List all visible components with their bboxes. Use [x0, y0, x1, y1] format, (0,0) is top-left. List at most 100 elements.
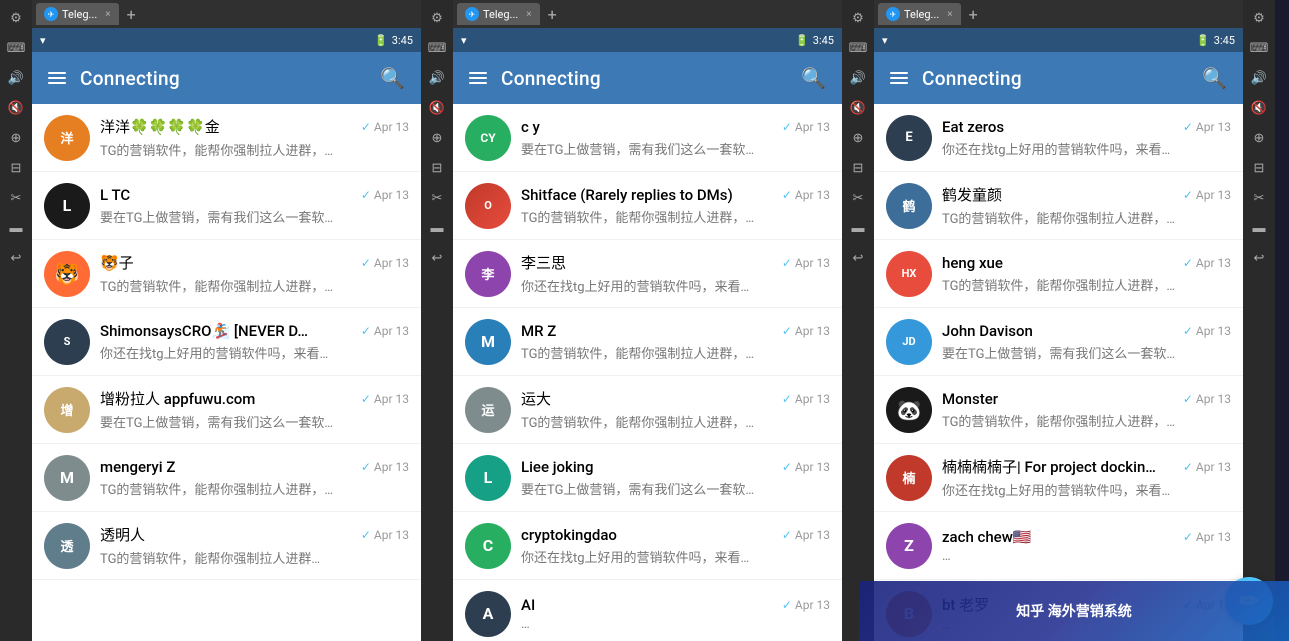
chat-item-2-6[interactable]: C cryptokingdao ✓ Apr 13 你还在找tg上好用的营销软件吗…	[453, 512, 842, 580]
toolbar-btn-3-keyboard[interactable]: ⌨	[844, 34, 872, 62]
menu-icon-3[interactable]	[886, 68, 912, 88]
chat-item-3-3[interactable]: JD John Davison ✓ Apr 13 要在TG上做营销，需有我们这么…	[874, 308, 1243, 376]
avatar-wrapper-1-2: 🐯	[44, 251, 90, 297]
toolbar-btn-2-mute[interactable]: 🔇	[423, 94, 451, 122]
toolbar-btn-2-dash[interactable]: ▬	[423, 214, 451, 242]
toolbar-btn-r-keyboard[interactable]: ⌨	[1245, 34, 1273, 62]
tab-add-2[interactable]: +	[544, 5, 561, 24]
toolbar-btn-volume[interactable]: 🔊	[2, 64, 30, 92]
chat-name-3-3: John Davison	[942, 322, 1033, 340]
menu-line-3-2	[890, 77, 908, 79]
toolbar-btn-2-keyboard[interactable]: ⌨	[423, 34, 451, 62]
chat-top-3-1: 鹤发童颜 ✓ Apr 13	[942, 184, 1231, 205]
avatar-wrapper-2-3: M	[465, 319, 511, 365]
toolbar-btn-scissors[interactable]: ✂	[2, 184, 30, 212]
chat-date-1-6: ✓ Apr 13	[361, 528, 409, 542]
search-icon-3[interactable]: 🔍	[1198, 62, 1231, 94]
toolbar-btn-3-add[interactable]: ⊕	[844, 124, 872, 152]
toolbar-btn-mute[interactable]: 🔇	[2, 94, 30, 122]
tab-close-3[interactable]: ×	[947, 9, 952, 20]
chat-item-2-0[interactable]: CY c y ✓ Apr 13 要在TG上做营销，需有我们这么一套软…	[453, 104, 842, 172]
avatar-wrapper-2-4: 运	[465, 387, 511, 433]
toolbar-btn-settings[interactable]: ⚙	[2, 4, 30, 32]
chat-date-2-4: ✓ Apr 13	[782, 392, 830, 406]
chat-item-3-5[interactable]: 楠 楠楠楠楠子| For project dockin… ✓ Apr 13 你还…	[874, 444, 1243, 512]
toolbar-btn-2-vol[interactable]: 🔊	[423, 64, 451, 92]
chat-preview-3-2: TG的营销软件，能帮你强制拉人进群，…	[942, 275, 1231, 294]
check-icon-1-1: ✓	[361, 188, 371, 202]
chat-name-1-3: ShimonsaysCRO🏂 [NEVER D…	[100, 322, 308, 340]
toolbar-btn-3-vol[interactable]: 🔊	[844, 64, 872, 92]
chat-item-2-5[interactable]: L Liee joking ✓ Apr 13 要在TG上做营销，需有我们这么一套…	[453, 444, 842, 512]
chat-item-3-2[interactable]: HX heng xue ✓ Apr 13 TG的营销软件，能帮你强制拉人进群，…	[874, 240, 1243, 308]
toolbar-btn-r-back[interactable]: ↩	[1245, 244, 1273, 272]
toolbar-btn-3-scissors[interactable]: ✂	[844, 184, 872, 212]
chat-item-2-7[interactable]: A AI ✓ Apr 13 …	[453, 580, 842, 641]
chat-item-1-6[interactable]: 透 透明人 ✓ Apr 13 TG的营销软件，能帮你强制拉人进群…	[32, 512, 421, 580]
toolbar-btn-keyboard[interactable]: ⌨	[2, 34, 30, 62]
chat-item-3-4[interactable]: 🐼 Monster ✓ Apr 13 TG的营销软件，能帮你强制拉人进群，…	[874, 376, 1243, 444]
chat-preview-1-5: TG的营销软件，能帮你强制拉人进群，…	[100, 479, 409, 498]
toolbar-btn-2-remove[interactable]: ⊟	[423, 154, 451, 182]
chat-item-1-0[interactable]: 洋 洋洋🍀🍀🍀🍀金 ✓ Apr 13 TG的营销软件，能帮你强制拉人进群，…	[32, 104, 421, 172]
tab-add-3[interactable]: +	[965, 5, 982, 24]
toolbar-btn-dash[interactable]: ▬	[2, 214, 30, 242]
search-icon-2[interactable]: 🔍	[797, 62, 830, 94]
avatar-wrapper-1-6: 透	[44, 523, 90, 569]
toolbar-btn-r-vol[interactable]: 🔊	[1245, 64, 1273, 92]
chat-item-1-4[interactable]: 增 增粉拉人 appfuwu.com ✓ Apr 13 要在TG上做营销，需有我…	[32, 376, 421, 444]
toolbar-btn-r-add[interactable]: ⊕	[1245, 124, 1273, 152]
toolbar-btn-r-mute[interactable]: 🔇	[1245, 94, 1273, 122]
chat-name-3-6: zach chew🇺🇸	[942, 528, 1032, 546]
tab-telegram-2[interactable]: ✈ Teleg... ×	[457, 3, 540, 25]
chat-name-2-1: Shitface (Rarely replies to DMs)	[521, 186, 733, 204]
tab-telegram-3[interactable]: ✈ Teleg... ×	[878, 3, 961, 25]
toolbar-btn-r-settings[interactable]: ⚙	[1245, 4, 1273, 32]
toolbar-btn-r-dash[interactable]: ▬	[1245, 214, 1273, 242]
tab-close-2[interactable]: ×	[526, 9, 531, 20]
check-icon-2-1: ✓	[782, 188, 792, 202]
chat-content-3-5: 楠楠楠楠子| For project dockin… ✓ Apr 13 你还在找…	[942, 456, 1231, 499]
toolbar-btn-2-add[interactable]: ⊕	[423, 124, 451, 152]
search-icon-1[interactable]: 🔍	[376, 62, 409, 94]
chat-top-3-0: Eat zeros ✓ Apr 13	[942, 118, 1231, 136]
toolbar-btn-3-mute[interactable]: 🔇	[844, 94, 872, 122]
chat-item-1-1[interactable]: L L TC ✓ Apr 13 要在TG上做营销，需有我们这么一套软…	[32, 172, 421, 240]
toolbar-btn-3-back[interactable]: ↩	[844, 244, 872, 272]
chat-top-3-4: Monster ✓ Apr 13	[942, 390, 1231, 408]
chat-item-2-4[interactable]: 运 运大 ✓ Apr 13 TG的营销软件，能帮你强制拉人进群，…	[453, 376, 842, 444]
chat-item-3-0[interactable]: E Eat zeros ✓ Apr 13 你还在找tg上好用的营销软件吗，来看…	[874, 104, 1243, 172]
tab-close-1[interactable]: ×	[105, 9, 110, 20]
chat-item-1-2[interactable]: 🐯 🐯子 ✓ Apr 13 TG的营销软件，能帮你强制拉人进群，…	[32, 240, 421, 308]
chat-list-2[interactable]: CY c y ✓ Apr 13 要在TG上做营销，需有我们这么一套软…	[453, 104, 842, 641]
left-toolbar-3: ⚙ ⌨ 🔊 🔇 ⊕ ⊟ ✂ ▬ ↩	[842, 0, 874, 641]
avatar-wrapper-2-6: C	[465, 523, 511, 569]
chat-item-1-3[interactable]: S ShimonsaysCRO🏂 [NEVER D… ✓ Apr 13 你还在找…	[32, 308, 421, 376]
toolbar-btn-remove[interactable]: ⊟	[2, 154, 30, 182]
toolbar-btn-3-settings[interactable]: ⚙	[844, 4, 872, 32]
menu-icon-2[interactable]	[465, 68, 491, 88]
tab-add-1[interactable]: +	[123, 5, 140, 24]
chat-list-3[interactable]: E Eat zeros ✓ Apr 13 你还在找tg上好用的营销软件吗，来看…	[874, 104, 1243, 641]
toolbar-btn-back[interactable]: ↩	[2, 244, 30, 272]
avatar-wrapper-3-0: E	[886, 115, 932, 161]
chat-item-1-5[interactable]: M mengeryi Z ✓ Apr 13 TG的营销软件，能帮你强制拉人进群，…	[32, 444, 421, 512]
toolbar-btn-r-scissors[interactable]: ✂	[1245, 184, 1273, 212]
menu-line-1	[48, 72, 66, 74]
chat-item-2-3[interactable]: M MR Z ✓ Apr 13 TG的营销软件，能帮你强制拉人进群，…	[453, 308, 842, 376]
toolbar-btn-3-remove[interactable]: ⊟	[844, 154, 872, 182]
chat-item-3-1[interactable]: 鹤 鹤发童颜 ✓ Apr 13 TG的营销软件，能帮你强制拉人进群，…	[874, 172, 1243, 240]
toolbar-btn-2-scissors[interactable]: ✂	[423, 184, 451, 212]
toolbar-btn-2-back[interactable]: ↩	[423, 244, 451, 272]
toolbar-btn-add[interactable]: ⊕	[2, 124, 30, 152]
toolbar-btn-3-dash[interactable]: ▬	[844, 214, 872, 242]
chat-list-1[interactable]: 洋 洋洋🍀🍀🍀🍀金 ✓ Apr 13 TG的营销软件，能帮你强制拉人进群，…	[32, 104, 421, 641]
menu-icon-1[interactable]	[44, 68, 70, 88]
chat-item-3-6[interactable]: Z zach chew🇺🇸 ✓ Apr 13 …	[874, 512, 1243, 580]
toolbar-btn-2-settings[interactable]: ⚙	[423, 4, 451, 32]
tab-telegram-1[interactable]: ✈ Teleg... ×	[36, 3, 119, 25]
chat-item-2-2[interactable]: 李 李三思 ✓ Apr 13 你还在找tg上好用的营销软件吗，来看…	[453, 240, 842, 308]
toolbar-btn-r-remove[interactable]: ⊟	[1245, 154, 1273, 182]
chat-item-2-1[interactable]: O Shitface (Rarely replies to DMs) ✓ Apr…	[453, 172, 842, 240]
avatar-2-0: CY	[465, 115, 511, 161]
